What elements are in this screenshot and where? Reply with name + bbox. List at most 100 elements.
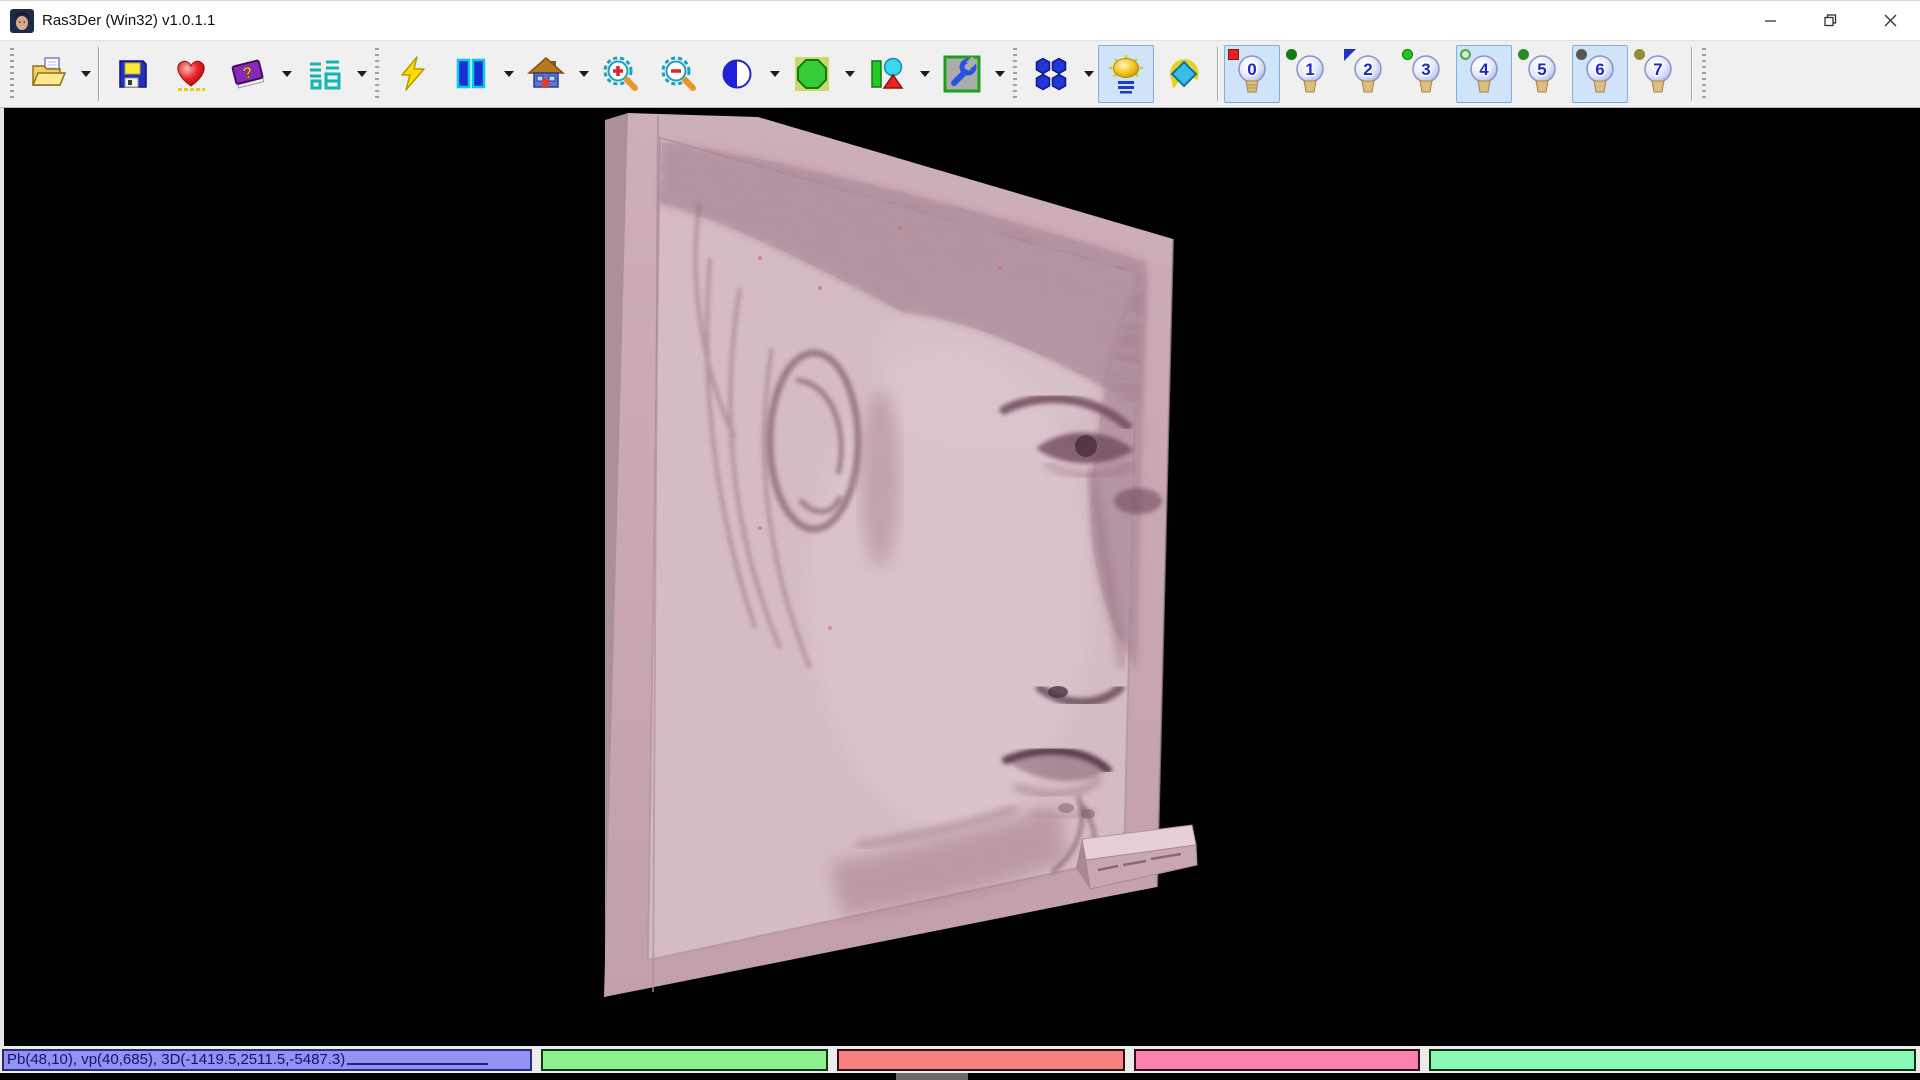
- toolbar-separator: [98, 47, 100, 101]
- bulb-icon: 7: [1641, 54, 1675, 94]
- svg-text:1: 1: [1305, 60, 1314, 79]
- bottom-strip: [0, 1073, 1920, 1080]
- zoom-in-icon: [601, 54, 641, 94]
- light-4-badge: [1460, 49, 1471, 60]
- contrast-dropdown-arrow[interactable]: [766, 45, 783, 103]
- home-view-button[interactable]: [518, 45, 574, 103]
- contrast-button[interactable]: [709, 45, 765, 103]
- toolbar: ?: [0, 40, 1920, 108]
- tools-dropdown-arrow[interactable]: [991, 45, 1008, 103]
- bulb-icon: 2: [1351, 54, 1385, 94]
- toolbar-grip[interactable]: [1702, 48, 1706, 100]
- svg-text:4: 4: [1479, 60, 1489, 79]
- bulb-icon: 4: [1467, 54, 1501, 94]
- title-bar: Ras3Der (Win32) v1.0.1.1: [0, 0, 1920, 40]
- restore-button[interactable]: [1800, 1, 1860, 40]
- light-6-button[interactable]: 6: [1572, 45, 1628, 103]
- light-4-button[interactable]: 4: [1456, 45, 1512, 103]
- contrast-half-circle-icon: [717, 54, 757, 94]
- shapes-button[interactable]: [859, 45, 915, 103]
- coordinates-text: Pb(48,10), vp(40,685), 3D(-1419.5,2511.5…: [4, 1051, 345, 1068]
- svg-text:0: 0: [1247, 60, 1256, 79]
- progress-bar-2: [837, 1049, 1125, 1071]
- bulb-icon: 3: [1409, 54, 1443, 94]
- light-2-badge: [1344, 49, 1356, 61]
- app-window: Ras3Der (Win32) v1.0.1.1: [0, 0, 1920, 1080]
- bulb-icon: 5: [1525, 54, 1559, 94]
- status-bar: Pb(48,10), vp(40,685), 3D(-1419.5,2511.5…: [0, 1046, 1920, 1073]
- coordinates-underline: [347, 1063, 488, 1065]
- bulb-icon: 1: [1293, 54, 1327, 94]
- language-dropdown-arrow[interactable]: [353, 45, 370, 103]
- close-icon: [1884, 14, 1897, 27]
- columns-icon: [451, 54, 491, 94]
- save-button[interactable]: [105, 45, 161, 103]
- progress-bar-1: [541, 1049, 828, 1071]
- four-hexagons-icon: [1031, 54, 1071, 94]
- shapes-dropdown-arrow[interactable]: [916, 45, 933, 103]
- floppy-disk-icon: [113, 54, 153, 94]
- progress-bar-4: [1429, 1049, 1916, 1071]
- window-title: Ras3Der (Win32) v1.0.1.1: [42, 12, 215, 29]
- open-file-dropdown-arrow[interactable]: [77, 45, 94, 103]
- split-columns-dropdown-arrow[interactable]: [500, 45, 517, 103]
- help-dropdown-arrow[interactable]: [278, 45, 295, 103]
- material-dropdown-arrow[interactable]: [1080, 45, 1097, 103]
- window-controls: [1740, 1, 1920, 40]
- light-2-button[interactable]: 2: [1340, 45, 1396, 103]
- svg-text:6: 6: [1595, 60, 1604, 79]
- light-0-badge: [1228, 49, 1239, 60]
- toolbar-separator: [1217, 47, 1219, 101]
- stop-dropdown-arrow[interactable]: [841, 45, 858, 103]
- light-5-badge: [1518, 49, 1529, 60]
- app-icon: [10, 9, 34, 33]
- tools-button[interactable]: [934, 45, 990, 103]
- light-1-button[interactable]: 1: [1282, 45, 1338, 103]
- zoom-out-icon: [659, 54, 699, 94]
- folder-open-icon: [28, 54, 68, 94]
- zoom-out-button[interactable]: [651, 45, 707, 103]
- home-view-dropdown-arrow[interactable]: [575, 45, 592, 103]
- light-3-badge: [1402, 49, 1413, 60]
- progress-bar-3: [1134, 1049, 1420, 1071]
- light-5-button[interactable]: 5: [1514, 45, 1570, 103]
- bottom-strip-segment: [896, 1073, 968, 1080]
- svg-text:5: 5: [1537, 60, 1546, 79]
- coordinates-panel: Pb(48,10), vp(40,685), 3D(-1419.5,2511.5…: [2, 1049, 532, 1071]
- svg-text:2: 2: [1363, 60, 1372, 79]
- svg-text:3: 3: [1421, 60, 1430, 79]
- help-book-icon: ?: [229, 54, 269, 94]
- rotate-cube-icon: [1164, 54, 1204, 94]
- close-button[interactable]: [1860, 1, 1920, 40]
- minimize-button[interactable]: [1740, 1, 1800, 40]
- open-file-button[interactable]: [20, 45, 76, 103]
- light-7-button[interactable]: 7: [1630, 45, 1686, 103]
- toolbar-grip[interactable]: [10, 48, 14, 100]
- favorite-button[interactable]: [163, 45, 219, 103]
- wrench-icon: [942, 54, 982, 94]
- language-button[interactable]: [296, 45, 352, 103]
- bulb-icon: 6: [1583, 54, 1617, 94]
- light-0-button[interactable]: 0: [1224, 45, 1280, 103]
- stop-button[interactable]: [784, 45, 840, 103]
- split-columns-button[interactable]: [443, 45, 499, 103]
- green-octagon-icon: [792, 54, 832, 94]
- help-button[interactable]: ?: [221, 45, 277, 103]
- render-button[interactable]: [385, 45, 441, 103]
- toolbar-grip[interactable]: [1013, 48, 1017, 100]
- house-icon: [526, 54, 566, 94]
- light-6-badge: [1576, 49, 1587, 60]
- light-7-badge: [1634, 49, 1645, 60]
- minimize-icon: [1764, 14, 1777, 27]
- light-3-button[interactable]: 3: [1398, 45, 1454, 103]
- lighting-button[interactable]: [1098, 45, 1154, 103]
- viewport-3d[interactable]: [0, 108, 1920, 1046]
- material-button[interactable]: [1023, 45, 1079, 103]
- relief-plaque-render: [0, 108, 1920, 1046]
- restore-icon: [1824, 14, 1837, 27]
- zoom-in-button[interactable]: [593, 45, 649, 103]
- light-1-badge: [1286, 49, 1297, 60]
- rotate-view-button[interactable]: [1156, 45, 1212, 103]
- bulb-icon: 0: [1235, 54, 1269, 94]
- toolbar-grip[interactable]: [375, 48, 379, 100]
